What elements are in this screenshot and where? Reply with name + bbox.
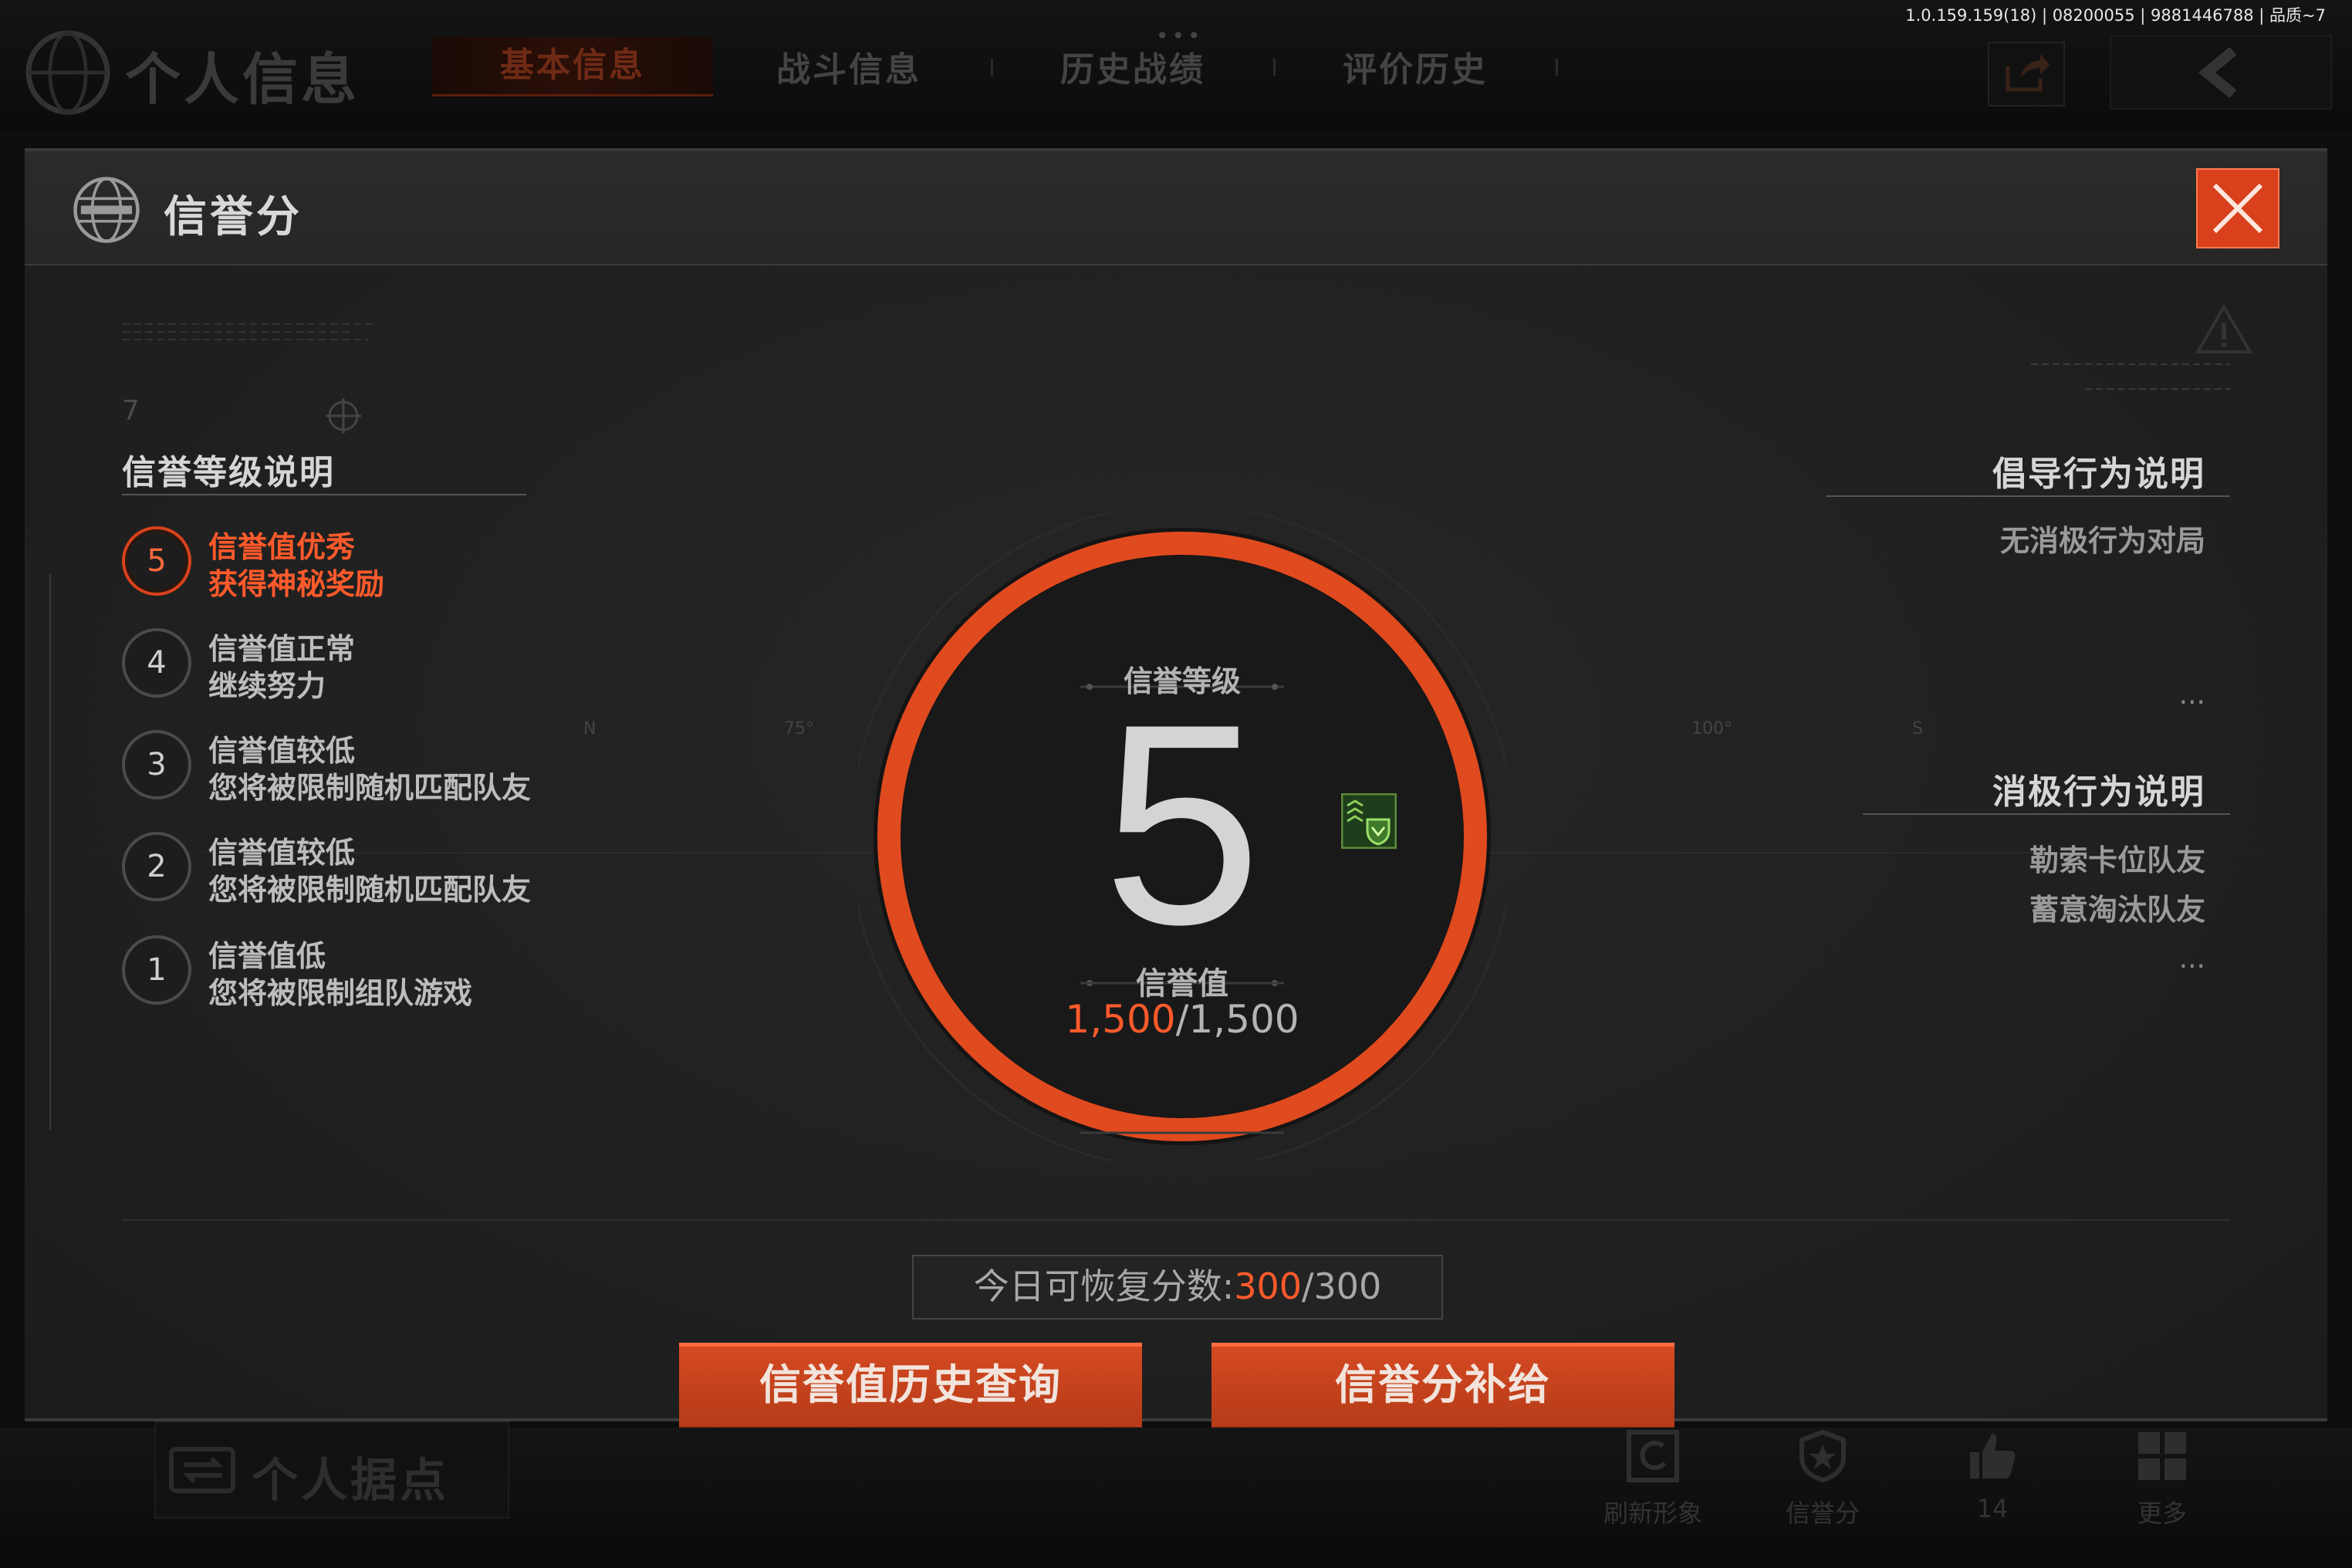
tab-review-history[interactable]: 评价历史 [1284, 42, 1546, 91]
share-icon [2006, 54, 2050, 92]
level-badge: 4 [122, 628, 191, 698]
divider [122, 494, 526, 495]
thumbs-up-icon [1970, 1434, 2016, 1478]
recover-current: 300 [1234, 1266, 1302, 1307]
divider [1826, 495, 2230, 497]
modal-body: 7 信誉等级说明 5 信誉值优秀 获得神秘奖励 4 信誉值正常 继续努力 3 信… [25, 265, 2327, 1431]
level-badge: 3 [122, 730, 191, 799]
crosshair-icon [326, 398, 361, 434]
more-dots: ... [2178, 679, 2205, 711]
credit-level-title: 信誉等级说明 [122, 453, 335, 492]
back-button[interactable] [2110, 35, 2332, 110]
share-button[interactable] [1988, 42, 2065, 106]
modal-title: 信誉分 [164, 192, 302, 242]
negative-behavior-item: 蓄意淘汰队友 [2029, 893, 2205, 927]
dock-label: 刷新形象 [1603, 1499, 1702, 1528]
axis-label: N [583, 719, 596, 738]
modal-header: 信誉分 [25, 151, 2327, 265]
globe-icon [73, 177, 140, 243]
left-rail [49, 574, 51, 1130]
rank-badge-icon [1341, 793, 1397, 849]
level-desc: 您将被限制随机匹配队友 [208, 771, 532, 805]
level-title: 信誉值较低 [208, 836, 356, 870]
page-title: 个人信息 [125, 47, 360, 112]
shield-badge-icon [1799, 1429, 1846, 1483]
negative-behavior-item: 勒索卡位队友 [2029, 843, 2205, 877]
negative-behavior-title: 消极行为说明 [1992, 772, 2205, 812]
tab-separator [1556, 59, 1558, 76]
chevron-left-icon [2198, 48, 2237, 97]
level-badge: 2 [122, 832, 191, 901]
grid-icon [2138, 1432, 2186, 1480]
level-title: 信誉值低 [208, 939, 326, 973]
dock-label: 14 [1976, 1494, 2009, 1523]
likes-button[interactable]: 14 [1938, 1426, 2046, 1542]
level-desc: 您将被限制组队游戏 [208, 976, 473, 1010]
level-item-3: 3 信誉值较低 您将被限制随机匹配队友 [122, 727, 616, 812]
level-desc: 获得神秘奖励 [208, 567, 385, 601]
refresh-appearance-button[interactable]: 刷新形象 [1599, 1426, 1707, 1542]
level-item-1: 1 信誉值低 您将被限制组队游戏 [122, 932, 616, 1017]
decorative-text-lines [122, 323, 377, 340]
credit-score-dock-button[interactable]: 信誉分 [1769, 1426, 1877, 1542]
tab-history-record[interactable]: 历史战绩 [1002, 42, 1264, 91]
axis-label: 75° [784, 719, 814, 738]
close-icon [2212, 183, 2263, 234]
positive-behavior-title: 倡导行为说明 [1992, 455, 2205, 494]
deco-number: 7 [122, 395, 140, 427]
close-button[interactable] [2196, 168, 2279, 248]
personal-base-label: 个人据点 [252, 1454, 449, 1508]
level-badge: 5 [122, 526, 191, 596]
level-item-5: 5 信誉值优秀 获得神秘奖励 [122, 523, 616, 608]
credit-refill-button[interactable]: 信誉分补给 [1211, 1343, 1674, 1431]
recover-label: 今日可恢复分数: [973, 1266, 1235, 1307]
decorative-text-lines [2031, 363, 2230, 390]
credit-score-modal: 信誉分 7 信誉等级说明 5 信誉值优秀 获得神秘奖励 4 信誉值正常 继续努力 [25, 148, 2327, 1431]
level-desc: 您将被限制随机匹配队友 [208, 873, 532, 907]
score-current: 1,500 [1065, 997, 1176, 1042]
credit-grade-value: 5 [1103, 665, 1262, 984]
level-item-2: 2 信誉值较低 您将被限制随机匹配队友 [122, 829, 616, 914]
recover-separator: / [1302, 1266, 1314, 1307]
dock-label: 信誉分 [1785, 1499, 1860, 1528]
level-item-4: 4 信誉值正常 继续努力 [122, 625, 616, 710]
level-title: 信誉值优秀 [208, 530, 356, 564]
more-dots: ... [2178, 943, 2205, 975]
divider [122, 1219, 2230, 1221]
version-info: 1.0.159.159(18) | 08200055 | 9881446788 … [1905, 6, 2326, 25]
score-max: 1,500 [1188, 997, 1299, 1042]
swap-icon [169, 1447, 235, 1493]
refresh-icon [1627, 1430, 1679, 1482]
tab-battle-info[interactable]: 战斗信息 [718, 42, 980, 91]
tab-separator [991, 59, 993, 76]
level-title: 信誉值正常 [208, 632, 356, 666]
level-desc: 继续努力 [208, 669, 326, 703]
score-separator: / [1175, 997, 1189, 1042]
credit-history-button[interactable]: 信誉值历史查询 [679, 1343, 1142, 1431]
level-badge: 1 [122, 935, 191, 1005]
level-title: 信誉值较低 [208, 734, 356, 768]
warning-icon [2195, 304, 2253, 353]
axis-label: 100° [1691, 719, 1732, 738]
tab-basic-info[interactable]: 基本信息 [432, 37, 713, 96]
credit-score-value: 1,500/1,500 [1012, 997, 1352, 1042]
more-button[interactable]: 更多 [2108, 1426, 2216, 1542]
positive-behavior-item: 无消极行为对局 [1999, 524, 2205, 558]
divider [1863, 813, 2230, 815]
globe-icon [25, 30, 110, 115]
dock-label: 更多 [2137, 1499, 2187, 1528]
tab-separator [1273, 59, 1276, 76]
daily-recoverable-score: 今日可恢复分数:300/300 [912, 1255, 1443, 1320]
axis-label: S [1912, 719, 1923, 738]
recover-max: 300 [1313, 1266, 1382, 1307]
